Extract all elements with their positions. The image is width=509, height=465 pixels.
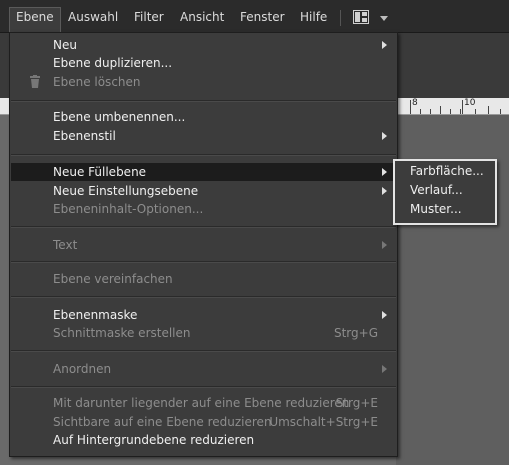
menu-item-label: Anordnen xyxy=(53,362,112,376)
menu-item-text[interactable]: Text xyxy=(11,236,396,254)
menu-item-ebenenstil[interactable]: Ebenenstil xyxy=(11,127,396,145)
submenu-arrow-icon xyxy=(382,41,387,49)
menu-item-mit-darunter-reduzieren[interactable]: Mit darunter liegender auf eine Ebene re… xyxy=(11,394,396,412)
menu-item-label: Sichtbare auf eine Ebene reduzieren xyxy=(53,415,272,429)
menu-item-label: Ebene umbenennen... xyxy=(53,110,186,124)
submenu-arrow-icon xyxy=(382,132,387,140)
menu-item-schnittmaske-erstellen[interactable]: Schnittmaske erstellen Strg+G xyxy=(11,324,396,342)
menu-auswahl[interactable]: Auswahl xyxy=(62,8,124,26)
menu-ansicht[interactable]: Ansicht xyxy=(174,8,230,26)
menu-item-ebene-loeschen[interactable]: Ebene löschen xyxy=(11,73,396,91)
menu-item-shortcut: Strg+G xyxy=(333,326,378,340)
menu-item-label: Neu xyxy=(53,38,77,52)
menu-separator xyxy=(11,386,396,388)
submenu-arrow-icon xyxy=(382,187,387,195)
submenu-arrow-icon xyxy=(382,365,387,373)
menu-filter[interactable]: Filter xyxy=(128,8,170,26)
menu-item-label: Ebene vereinfachen xyxy=(53,272,173,286)
menu-item-label: Auf Hintergrundebene reduzieren xyxy=(53,433,255,447)
menu-hilfe[interactable]: Hilfe xyxy=(294,8,333,26)
trash-icon xyxy=(29,75,41,93)
menu-item-label: Mit darunter liegender auf eine Ebene re… xyxy=(53,396,350,410)
neue-fuellebene-submenu: Farbfläche... Verlauf... Muster... xyxy=(393,159,497,225)
window-layout-icon[interactable] xyxy=(353,10,369,24)
menu-item-anordnen[interactable]: Anordnen xyxy=(11,360,396,378)
menu-separator xyxy=(11,100,396,102)
menu-item-ebeneninhalt-optionen[interactable]: Ebeneninhalt-Optionen... xyxy=(11,200,396,218)
menu-fenster[interactable]: Fenster xyxy=(234,8,291,26)
menu-separator xyxy=(11,296,396,298)
submenu-arrow-icon xyxy=(382,241,387,249)
menu-separator xyxy=(11,154,396,156)
ruler-label: 8 xyxy=(412,98,418,108)
menu-item-neue-einstellungsebene[interactable]: Neue Einstellungsebene xyxy=(11,182,396,200)
menu-item-label: Ebene löschen xyxy=(53,75,141,89)
menu-separator xyxy=(11,226,396,228)
menubar-divider xyxy=(340,10,341,26)
menu-item-label: Text xyxy=(53,238,78,252)
menu-item-label: Schnittmaske erstellen xyxy=(53,326,191,340)
menu-item-label: Neue Füllebene xyxy=(53,165,147,179)
menu-item-label: Neue Einstellungsebene xyxy=(53,184,199,198)
menu-item-label: Ebene duplizieren... xyxy=(53,56,173,70)
menu-separator xyxy=(11,261,396,263)
submenu-item-farbflaeche[interactable]: Farbfläche... xyxy=(410,162,484,180)
ebene-dropdown-menu: Neu Ebene duplizieren... Ebene löschen E… xyxy=(9,32,398,457)
menu-item-sichtbare-reduzieren[interactable]: Sichtbare auf eine Ebene reduzieren Umsc… xyxy=(11,413,396,431)
menu-item-shortcut: Umschalt+Strg+E xyxy=(269,415,378,429)
menu-item-neu[interactable]: Neu xyxy=(11,36,396,54)
menu-item-ebene-vereinfachen[interactable]: Ebene vereinfachen xyxy=(11,270,396,288)
menu-item-ebene-umbenennen[interactable]: Ebene umbenennen... xyxy=(11,108,396,126)
submenu-item-muster[interactable]: Muster... xyxy=(410,200,462,218)
submenu-arrow-icon xyxy=(382,311,387,319)
menu-item-label: Ebenenstil xyxy=(53,129,116,143)
menu-separator xyxy=(11,350,396,352)
menu-item-neue-fuellebene[interactable]: Neue Füllebene xyxy=(11,163,396,181)
menu-item-label: Ebenenmaske xyxy=(53,308,138,322)
menu-item-label: Ebeneninhalt-Optionen... xyxy=(53,202,204,216)
submenu-arrow-icon xyxy=(382,168,387,176)
menu-item-ebenenmaske[interactable]: Ebenenmaske xyxy=(11,306,396,324)
ruler-label: 10 xyxy=(464,98,476,108)
submenu-item-verlauf[interactable]: Verlauf... xyxy=(410,181,463,199)
menu-bar: Ebene Auswahl Filter Ansicht Fenster Hil… xyxy=(0,0,509,33)
menu-ebene[interactable]: Ebene xyxy=(9,7,61,33)
chevron-down-icon[interactable] xyxy=(380,16,388,21)
menu-item-shortcut: Strg+E xyxy=(335,396,378,410)
menu-item-auf-hintergrundebene-reduzieren[interactable]: Auf Hintergrundebene reduzieren xyxy=(11,431,396,449)
menu-item-ebene-duplizieren[interactable]: Ebene duplizieren... xyxy=(11,54,396,72)
